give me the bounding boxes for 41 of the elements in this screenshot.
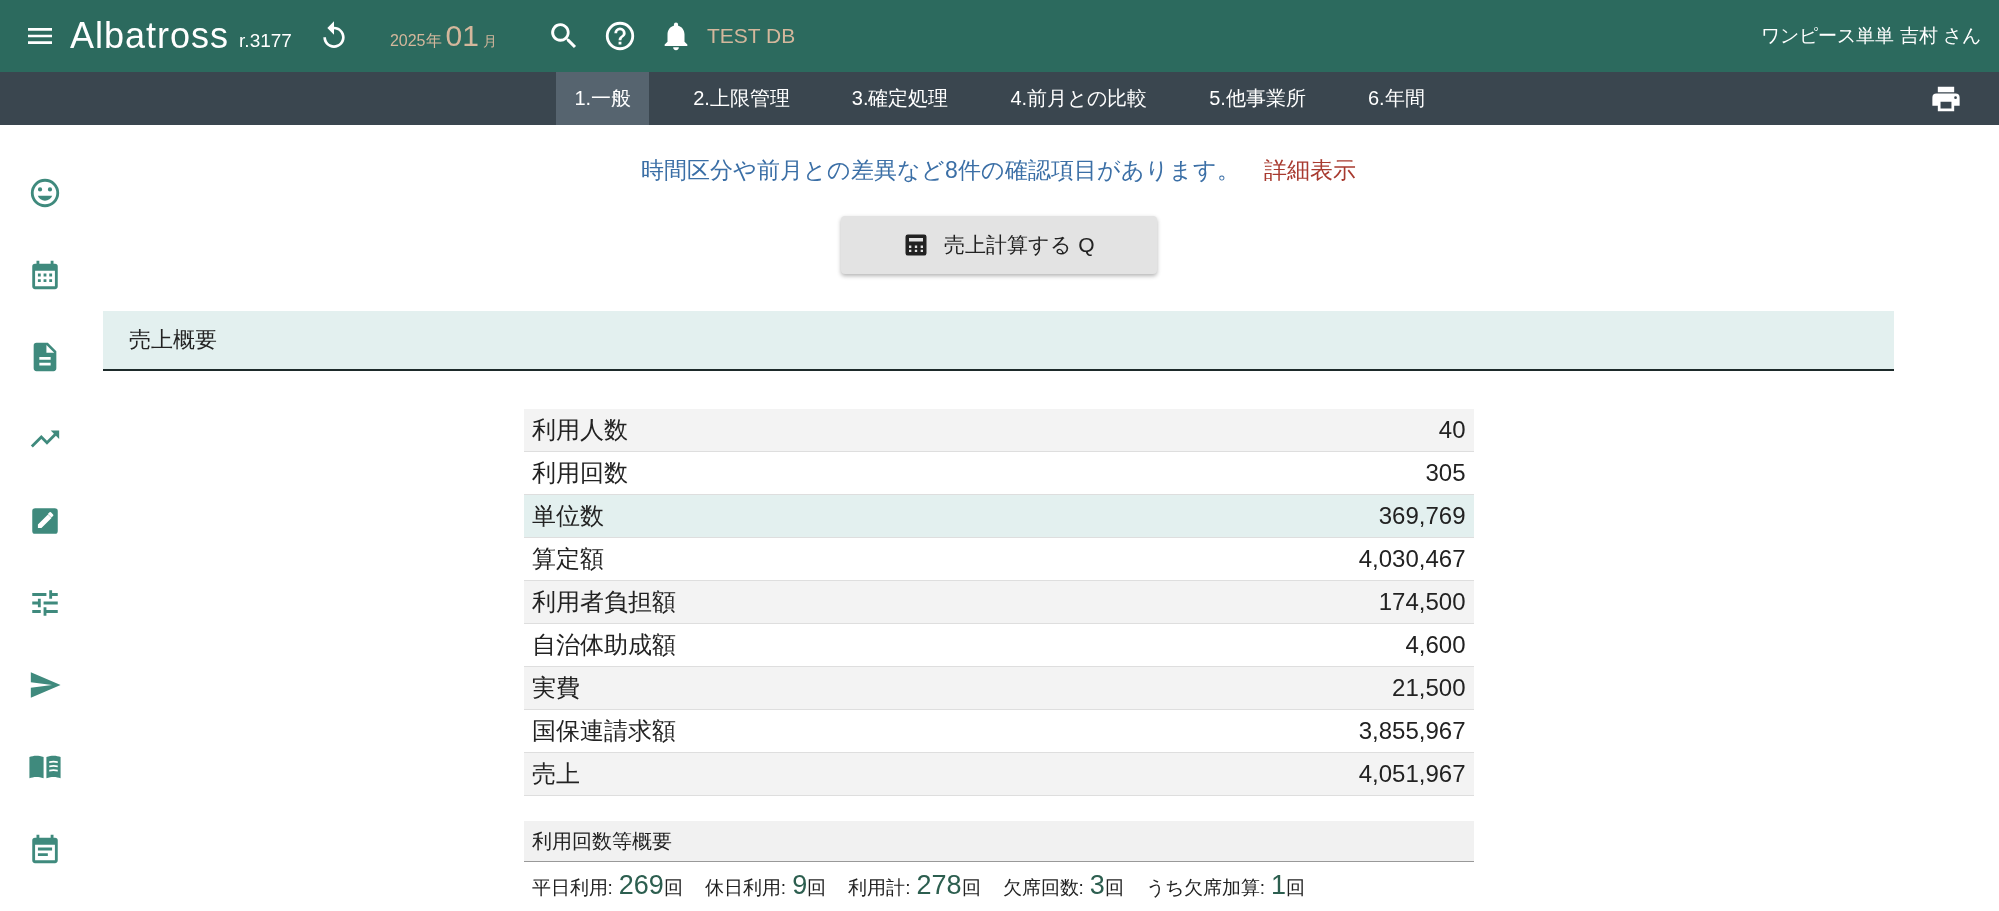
row-value: 4,030,467	[1358, 545, 1466, 573]
revision-label: r.3177	[239, 30, 292, 52]
user-name[interactable]: ワンピース単単 吉村 さん	[1761, 23, 1981, 49]
row-label: 売上	[531, 759, 580, 789]
row-label: 実費	[531, 673, 580, 703]
row-label: 国保連請求額	[531, 716, 676, 746]
notice-message: 時間区分や前月との差異など8件の確認項目があります。	[641, 156, 1240, 185]
usage-stat: 休日利用: 9回	[704, 870, 827, 901]
row-label: 自治体助成額	[531, 630, 676, 660]
nav-tab[interactable]: 6.年間	[1349, 72, 1443, 125]
usage-stat: 利用計: 278回	[848, 870, 981, 901]
nav-tab[interactable]: 4.前月との比較	[992, 72, 1166, 125]
nav-tab[interactable]: 2.上限管理	[675, 72, 808, 125]
row-value: 40	[1438, 416, 1466, 444]
row-value: 174,500	[1378, 588, 1466, 616]
row-label: 利用回数	[531, 458, 628, 488]
usage-title: 利用回数等概要	[531, 828, 672, 854]
section-title: 売上概要	[129, 326, 217, 354]
calculate-sales-button[interactable]: 売上計算する Q	[840, 216, 1157, 274]
row-value: 369,769	[1378, 502, 1466, 530]
row-label: 利用人数	[531, 415, 628, 445]
row-label: 単位数	[531, 501, 604, 531]
month-unit: 月	[482, 33, 497, 51]
row-label: 利用者負担額	[531, 587, 676, 617]
app-logo: Albatross	[70, 15, 230, 57]
row-value: 4,600	[1405, 631, 1466, 659]
print-icon[interactable]	[1929, 84, 1963, 114]
row-value: 4,051,967	[1358, 760, 1466, 788]
row-value: 305	[1425, 459, 1466, 487]
nav-tab[interactable]: 5.他事業所	[1191, 72, 1324, 125]
usage-stat: うち欠席加算: 1回	[1145, 870, 1306, 901]
row-value: 3,855,967	[1358, 717, 1466, 745]
smiley-icon[interactable]	[28, 176, 62, 210]
nav-tab[interactable]: 3.確定処理	[833, 72, 967, 125]
row-label: 算定額	[531, 544, 604, 574]
details-link[interactable]: 詳細表示	[1263, 155, 1356, 186]
usage-stat: 平日利用: 269回	[531, 870, 683, 901]
usage-stat: 欠席回数: 3回	[1002, 870, 1124, 901]
database-label: TEST DB	[706, 24, 796, 48]
row-value: 21,500	[1392, 674, 1466, 702]
nav-tab[interactable]: 1.一般	[556, 72, 650, 125]
